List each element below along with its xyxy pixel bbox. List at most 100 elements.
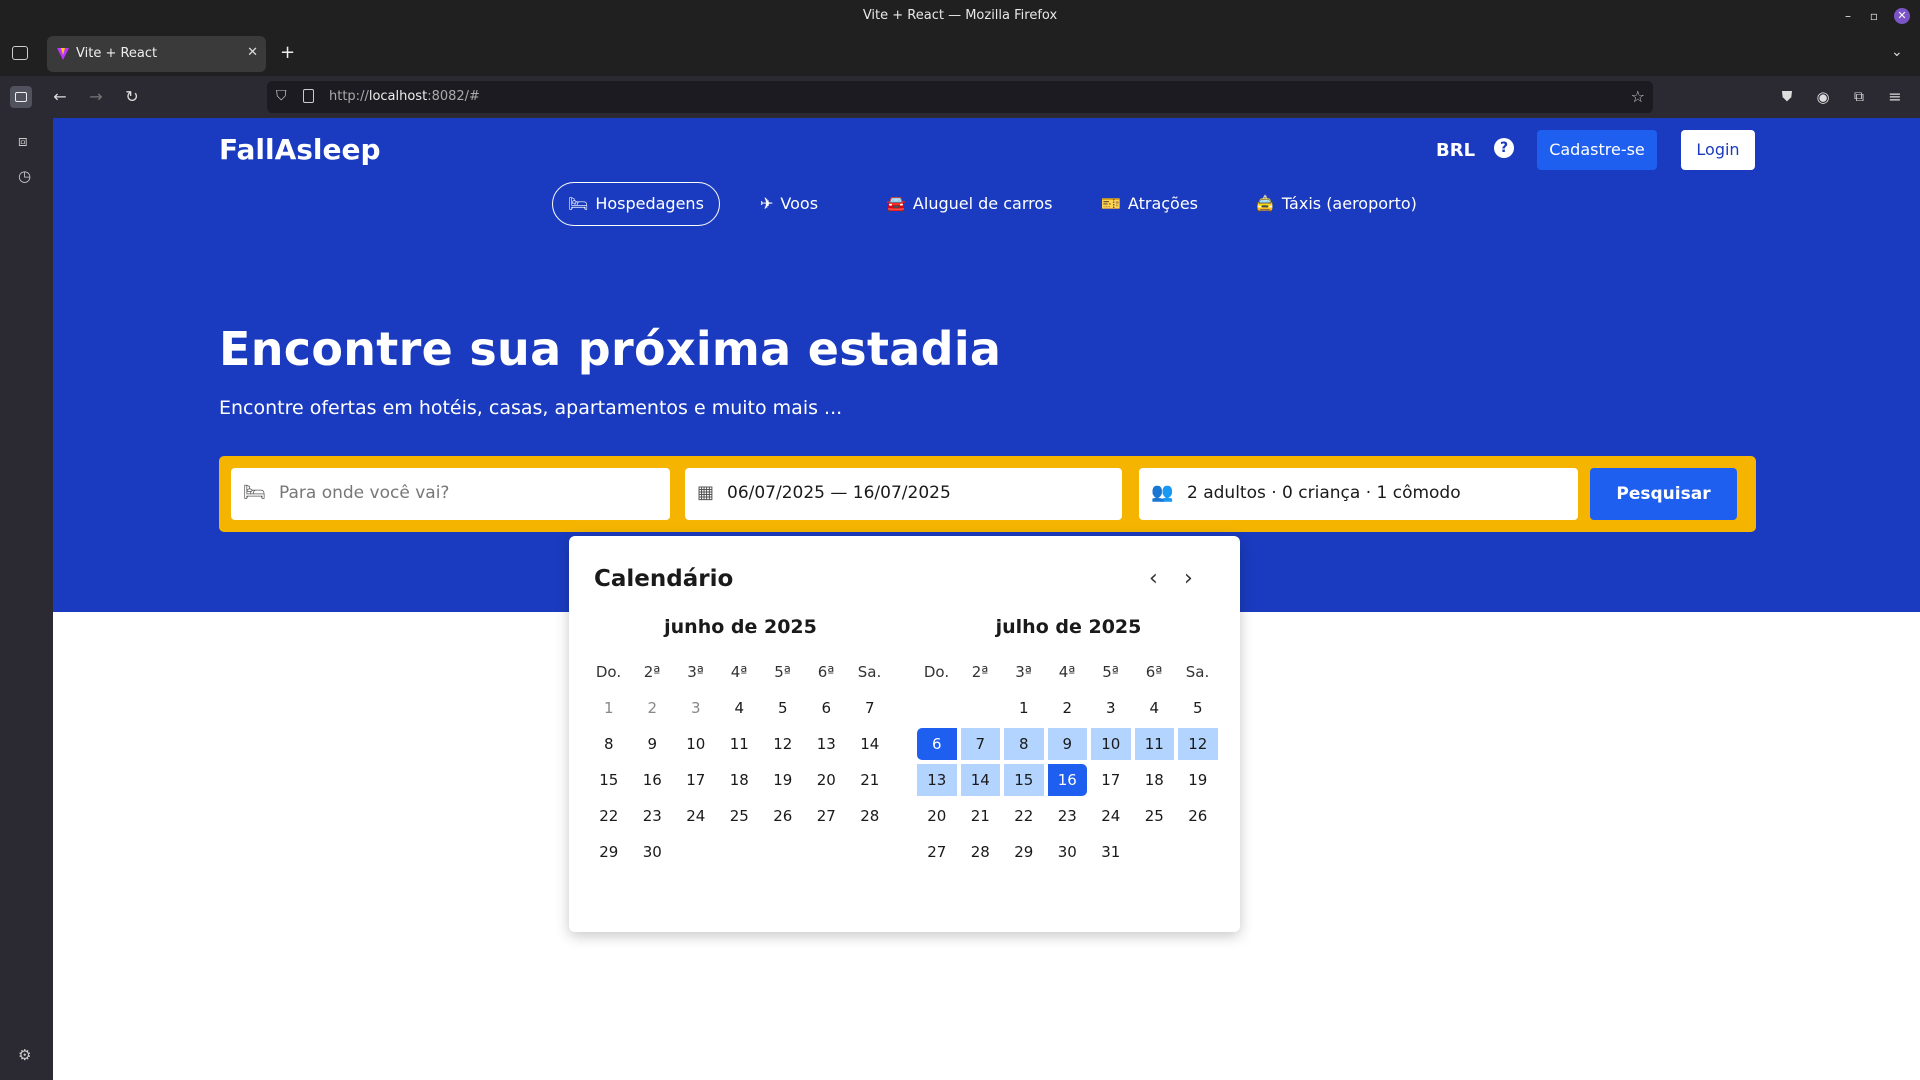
calendar-day[interactable]: 25: [1135, 800, 1175, 832]
bookmark-star-icon[interactable]: ☆: [1631, 87, 1645, 106]
tab-atracoes[interactable]: 🎫 Atrações: [1101, 182, 1198, 226]
currency-selector[interactable]: BRL: [1436, 140, 1475, 161]
date-range-input[interactable]: ▦ 06/07/2025 — 16/07/2025: [685, 468, 1122, 520]
history-icon[interactable]: ◷: [18, 167, 31, 185]
calendar-day[interactable]: 24: [1091, 800, 1131, 832]
calendar-day[interactable]: 1: [1004, 692, 1044, 724]
calendar-day[interactable]: 29: [589, 836, 629, 868]
login-button[interactable]: Login: [1681, 130, 1755, 170]
new-tab-icon[interactable]: +: [280, 44, 295, 62]
calendar-day[interactable]: 9: [1047, 728, 1087, 760]
help-icon[interactable]: ?: [1494, 138, 1514, 158]
settings-gear-icon[interactable]: ⚙: [18, 1046, 31, 1064]
calendar-day[interactable]: 7: [960, 728, 1000, 760]
url-bar[interactable]: ⛉ http://localhost:8082/# ☆: [267, 81, 1653, 113]
calendar-day[interactable]: 2: [633, 692, 673, 724]
url-text[interactable]: http://localhost:8082/#: [329, 89, 480, 104]
calendar-day[interactable]: 6: [917, 728, 957, 760]
browser-tab[interactable]: Vite + React ✕: [47, 36, 266, 72]
calendar-day[interactable]: 21: [961, 800, 1001, 832]
calendar-day[interactable]: 26: [763, 800, 803, 832]
calendar-day[interactable]: 16: [633, 764, 673, 796]
calendar-day[interactable]: 7: [850, 692, 890, 724]
tab-voos[interactable]: ✈ Voos: [760, 182, 818, 226]
tab-hospedagens[interactable]: 🛏 Hospedagens: [552, 182, 720, 226]
pocket-icon[interactable]: ⛊: [1776, 86, 1798, 108]
minimize-button[interactable]: –: [1840, 8, 1856, 24]
calendar-day[interactable]: 2: [1048, 692, 1088, 724]
calendar-day[interactable]: 11: [1134, 728, 1174, 760]
calendar-day[interactable]: 9: [633, 728, 673, 760]
guests-input[interactable]: 👥 2 adultos · 0 criança · 1 cômodo: [1139, 468, 1578, 520]
calendar-day[interactable]: 13: [807, 728, 847, 760]
calendar-day[interactable]: 17: [1091, 764, 1131, 796]
calendar-day[interactable]: 14: [850, 728, 890, 760]
calendar-day[interactable]: 22: [589, 800, 629, 832]
tab-taxis[interactable]: 🚖 Táxis (aeroporto): [1255, 182, 1417, 226]
calendar-day[interactable]: 18: [720, 764, 760, 796]
calendar-day[interactable]: 29: [1004, 836, 1044, 868]
calendar-day[interactable]: 19: [763, 764, 803, 796]
calendar-day[interactable]: 23: [633, 800, 673, 832]
calendar-day[interactable]: 5: [1178, 692, 1218, 724]
calendar-day[interactable]: 20: [917, 800, 957, 832]
calendar-day[interactable]: 23: [1048, 800, 1088, 832]
menu-icon[interactable]: ≡: [1884, 86, 1906, 108]
chevron-right-icon[interactable]: ›: [1184, 566, 1193, 591]
calendar-day[interactable]: 10: [1091, 728, 1131, 760]
calendar-day[interactable]: 21: [850, 764, 890, 796]
close-tab-icon[interactable]: ✕: [247, 45, 258, 60]
calendar-day[interactable]: 10: [676, 728, 716, 760]
calendar-day[interactable]: 27: [807, 800, 847, 832]
calendar-day[interactable]: 11: [720, 728, 760, 760]
extensions-icon[interactable]: ⧉: [1848, 86, 1870, 108]
calendar-day[interactable]: 20: [807, 764, 847, 796]
brand-logo[interactable]: FallAsleep: [219, 133, 381, 166]
signup-button[interactable]: Cadastre-se: [1537, 130, 1657, 170]
sidebar-toggle-icon[interactable]: [10, 86, 32, 108]
calendar-day[interactable]: 28: [850, 800, 890, 832]
calendar-day[interactable]: 1: [589, 692, 629, 724]
calendar-day[interactable]: 12: [1178, 728, 1218, 760]
calendar-day[interactable]: 30: [1048, 836, 1088, 868]
calendar-day[interactable]: 22: [1004, 800, 1044, 832]
back-icon[interactable]: ←: [49, 86, 71, 108]
calendar-day[interactable]: 8: [589, 728, 629, 760]
restore-button[interactable]: ▫: [1866, 8, 1882, 24]
tab-aluguel-de-carros[interactable]: 🚘 Aluguel de carros: [886, 182, 1052, 226]
calendar-day[interactable]: 5: [763, 692, 803, 724]
calendar-day[interactable]: 26: [1178, 800, 1218, 832]
calendar-day[interactable]: 16: [1047, 764, 1087, 796]
calendar-day[interactable]: 30: [633, 836, 673, 868]
calendar-day[interactable]: 3: [676, 692, 716, 724]
calendar-day[interactable]: 27: [917, 836, 957, 868]
calendar-day[interactable]: 4: [1135, 692, 1175, 724]
calendar-day[interactable]: 31: [1091, 836, 1131, 868]
calendar-day[interactable]: 4: [720, 692, 760, 724]
calendar-day[interactable]: 15: [589, 764, 629, 796]
firefox-view-icon[interactable]: [12, 46, 28, 60]
calendar-day[interactable]: 17: [676, 764, 716, 796]
list-tabs-icon[interactable]: ⌄: [1891, 44, 1903, 60]
calendar-day[interactable]: 15: [1004, 764, 1044, 796]
account-icon[interactable]: ◉: [1812, 86, 1834, 108]
search-button[interactable]: Pesquisar: [1590, 468, 1737, 520]
calendar-day[interactable]: 24: [676, 800, 716, 832]
calendar-day[interactable]: 3: [1091, 692, 1131, 724]
calendar-day[interactable]: 14: [960, 764, 1000, 796]
calendar-day[interactable]: 28: [961, 836, 1001, 868]
destination-input[interactable]: 🛏 Para onde você vai?: [231, 468, 670, 520]
calendar-day[interactable]: 12: [763, 728, 803, 760]
page-info-icon[interactable]: [303, 89, 314, 103]
calendar-day[interactable]: 25: [720, 800, 760, 832]
calendar-day[interactable]: 8: [1004, 728, 1044, 760]
chevron-left-icon[interactable]: ‹: [1149, 566, 1158, 591]
forward-icon[interactable]: →: [85, 86, 107, 108]
close-window-button[interactable]: ✕: [1894, 8, 1910, 24]
calendar-day[interactable]: 18: [1135, 764, 1175, 796]
tracking-protection-icon[interactable]: ⛉: [276, 88, 287, 104]
calendar-day[interactable]: 19: [1178, 764, 1218, 796]
calendar-day[interactable]: 6: [807, 692, 847, 724]
calendar-day[interactable]: 13: [917, 764, 957, 796]
synced-tabs-icon[interactable]: ⧈: [18, 132, 28, 150]
